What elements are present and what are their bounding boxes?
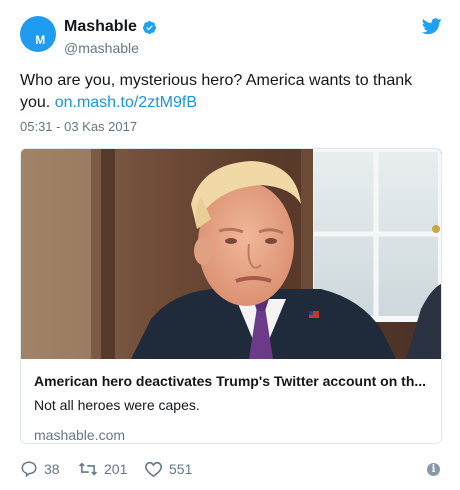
display-name[interactable]: Mashable: [64, 18, 137, 36]
handle[interactable]: @mashable: [64, 40, 157, 56]
tweet-link[interactable]: on.mash.to/2ztM9fB: [55, 94, 197, 111]
reply-icon: [21, 461, 37, 478]
card-body: American hero deactivates Trump's Twitte…: [34, 372, 429, 443]
info-icon[interactable]: i: [427, 463, 440, 476]
like-count: 551: [169, 461, 193, 477]
tweet-header: M Mashable @mashable: [20, 16, 442, 56]
retweet-count: 201: [104, 461, 128, 477]
reply-button[interactable]: 38: [20, 460, 60, 478]
card-photo: [21, 149, 441, 359]
avatar-letter: M: [35, 33, 45, 47]
card-description: Not all heroes were capes.: [34, 397, 200, 413]
tweet-actions: 38 201 551 i: [20, 460, 442, 480]
reply-count: 38: [44, 461, 60, 477]
like-button[interactable]: 551: [144, 460, 192, 478]
retweet-button[interactable]: 201: [78, 460, 127, 478]
verified-badge-icon: [142, 20, 156, 34]
twitter-bird-icon[interactable]: [422, 18, 442, 35]
embedded-tweet: M Mashable @mashable Who are you, myster…: [0, 0, 460, 490]
card-domain: mashable.com: [34, 427, 126, 443]
timestamp[interactable]: 05:31 - 03 Kas 2017: [20, 119, 137, 134]
card-image[interactable]: [21, 149, 441, 359]
tweet-text: Who are you, mysterious hero? America wa…: [20, 70, 440, 114]
retweet-icon: [78, 462, 98, 476]
like-icon: [145, 461, 162, 478]
card-title[interactable]: American hero deactivates Trump's Twitte…: [34, 372, 429, 390]
avatar[interactable]: M: [20, 16, 56, 52]
name-row: Mashable: [64, 17, 157, 37]
author-names: Mashable @mashable: [64, 17, 157, 56]
link-card[interactable]: American hero deactivates Trump's Twitte…: [20, 148, 442, 444]
